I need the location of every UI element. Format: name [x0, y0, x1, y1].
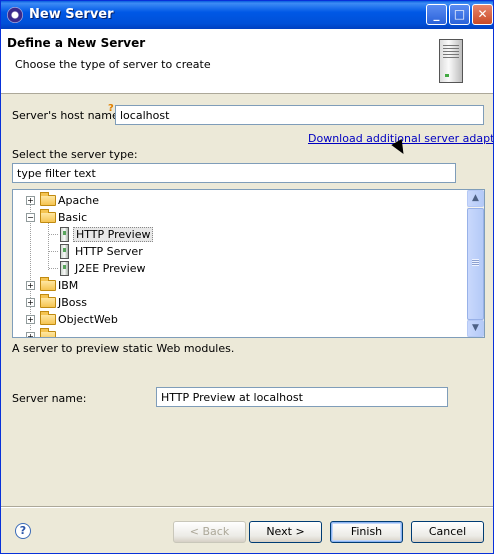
- minimize-icon: _: [433, 7, 440, 21]
- tree-scrollbar[interactable]: ▲ ▼: [467, 190, 484, 337]
- expand-icon[interactable]: +: [26, 332, 35, 337]
- minimize-button[interactable]: _: [426, 4, 447, 25]
- server-icon: [60, 261, 69, 276]
- scroll-thumb[interactable]: [467, 208, 484, 320]
- tree-guide-line: [49, 251, 58, 252]
- tree-item-http-server[interactable]: HTTP Server: [13, 243, 467, 260]
- folder-icon: [40, 192, 56, 206]
- server-name-label: Server name:: [12, 392, 87, 405]
- tree-item-label: J2EE Preview: [75, 262, 146, 275]
- server-name-input[interactable]: HTTP Preview at localhost: [156, 387, 448, 407]
- scroll-down-button[interactable]: ▼: [467, 320, 484, 337]
- collapse-icon[interactable]: −: [26, 213, 35, 222]
- tree-item-label: HTTP Preview: [73, 227, 154, 242]
- host-name-input[interactable]: localhost: [115, 105, 484, 125]
- page-title: Define a New Server: [7, 36, 146, 50]
- filter-input[interactable]: type filter text: [12, 163, 456, 183]
- server-description: A server to preview static Web modules.: [12, 342, 235, 355]
- cancel-button[interactable]: Cancel: [411, 521, 484, 543]
- close-button[interactable]: ✕: [472, 4, 493, 25]
- tree-item-ibm[interactable]: + IBM: [13, 277, 467, 294]
- expand-icon[interactable]: +: [26, 196, 35, 205]
- folder-icon: [40, 311, 56, 325]
- help-icon[interactable]: ?: [15, 523, 31, 539]
- footer-separator: [1, 506, 493, 508]
- folder-open-icon: [40, 209, 56, 223]
- tree-item-http-preview[interactable]: HTTP Preview: [13, 226, 467, 243]
- server-type-label: Select the server type:: [12, 148, 138, 161]
- maximize-icon: □: [453, 7, 466, 21]
- tree-guide-line: [49, 234, 58, 235]
- server-icon: [60, 244, 69, 259]
- tree-guide-line: [49, 268, 58, 269]
- finish-button[interactable]: Finish: [330, 521, 403, 543]
- close-icon: ✕: [477, 7, 488, 21]
- server-type-tree[interactable]: + Apache − Basic HTTP Preview HTTP Serve…: [12, 189, 485, 338]
- tree-item-label: HTTP Server: [75, 245, 143, 258]
- tree-item-objectweb[interactable]: + ObjectWeb: [13, 311, 467, 328]
- maximize-button[interactable]: □: [449, 4, 470, 25]
- back-button[interactable]: < Back: [173, 521, 246, 543]
- expand-icon[interactable]: +: [26, 298, 35, 307]
- warning-icon: ?: [108, 103, 114, 114]
- window-title: New Server: [29, 7, 114, 22]
- page-description: Choose the type of server to create: [15, 58, 211, 71]
- tree-item-jboss[interactable]: + JBoss: [13, 294, 467, 311]
- next-button[interactable]: Next >: [249, 521, 322, 543]
- server-icon: [60, 227, 69, 242]
- tree-item-j2ee-preview[interactable]: J2EE Preview: [13, 260, 467, 277]
- tree-item-label: Apache: [58, 194, 100, 207]
- tree-item-partial[interactable]: +: [13, 328, 467, 337]
- tree-item-label: JBoss: [58, 296, 87, 309]
- tree-item-label: IBM: [58, 279, 79, 292]
- tree-item-label: Basic: [58, 211, 88, 224]
- new-server-dialog: New Server _ □ ✕ Define a New Server Cho…: [0, 0, 494, 554]
- folder-icon: [40, 294, 56, 308]
- chevron-up-icon: ▲: [472, 193, 479, 203]
- eclipse-icon: [7, 7, 23, 23]
- host-name-label: Server's host name:: [12, 109, 123, 122]
- tree-item-apache[interactable]: + Apache: [13, 192, 467, 209]
- wizard-header: Define a New Server Choose the type of s…: [1, 29, 493, 94]
- expand-icon[interactable]: +: [26, 315, 35, 324]
- chevron-down-icon: ▼: [472, 323, 479, 333]
- tree-item-label: ObjectWeb: [58, 313, 118, 326]
- scroll-up-button[interactable]: ▲: [467, 190, 484, 207]
- tree-item-basic[interactable]: − Basic: [13, 209, 467, 226]
- server-banner-icon: [439, 39, 463, 83]
- expand-icon[interactable]: +: [26, 281, 35, 290]
- folder-icon: [40, 277, 56, 291]
- title-bar[interactable]: New Server _ □ ✕: [1, 1, 493, 29]
- folder-icon: [40, 328, 56, 337]
